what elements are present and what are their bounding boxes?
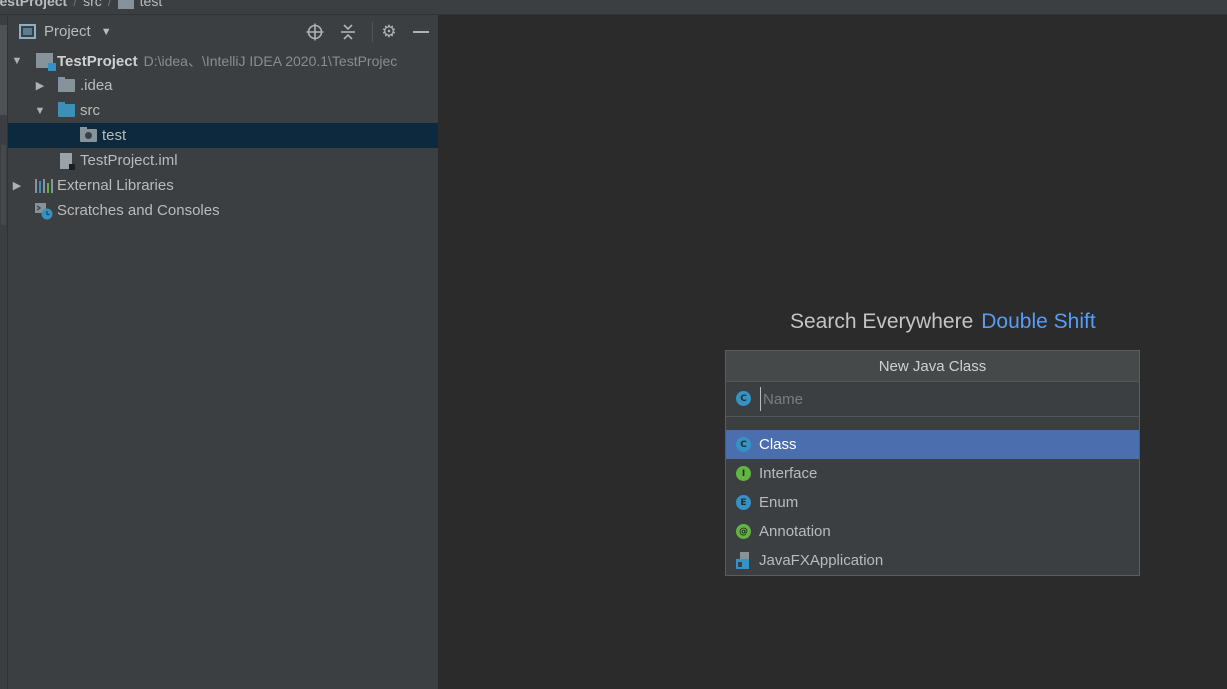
- tree-node-label: .idea: [80, 77, 113, 94]
- folder-icon: [58, 77, 75, 92]
- chevron-down-icon[interactable]: ▼: [101, 26, 112, 38]
- locate-icon[interactable]: [305, 22, 325, 42]
- new-java-class-popup: New Java Class C C Class I Interface E E…: [725, 350, 1140, 576]
- breadcrumb-project[interactable]: TestProject: [0, 0, 67, 9]
- collapse-all-icon[interactable]: [338, 22, 358, 42]
- structure-tool-tab[interactable]: [1, 145, 6, 225]
- tree-node-label: test: [102, 127, 127, 144]
- kind-interface[interactable]: I Interface: [726, 459, 1139, 488]
- expanded-arrow-icon[interactable]: ▼: [34, 105, 46, 117]
- scratches-icon: [35, 202, 53, 220]
- tree-node-scratches[interactable]: Scratches and Consoles: [8, 198, 438, 223]
- tree-node-label: Scratches and Consoles: [57, 202, 220, 219]
- project-tool-tab[interactable]: [0, 25, 7, 115]
- popup-spacer: [726, 417, 1139, 430]
- tree-node-iml[interactable]: TestProject.iml: [8, 148, 438, 173]
- folder-icon: [117, 0, 134, 9]
- class-kind-list: C Class I Interface E Enum @ Annotation …: [726, 430, 1139, 575]
- module-file-icon: [60, 152, 75, 170]
- breadcrumb-separator: /: [73, 0, 78, 9]
- navigation-bar: TestProject / src / test: [0, 0, 1227, 15]
- kind-label: Enum: [759, 494, 799, 511]
- gear-icon[interactable]: ⚙: [379, 22, 399, 42]
- left-tool-strip: [0, 15, 8, 689]
- empty-editor-hint: Search Everywhere Double Shift: [790, 310, 1096, 334]
- kind-label: JavaFXApplication: [759, 552, 884, 569]
- tree-node-test[interactable]: test: [8, 123, 438, 148]
- project-name: TestProject: [57, 52, 138, 70]
- class-name-input[interactable]: [760, 387, 1130, 411]
- collapsed-arrow-icon[interactable]: ▶: [11, 179, 23, 192]
- name-input-row: C: [726, 382, 1139, 417]
- project-panel-header: Project ▼ ⚙: [8, 15, 438, 48]
- project-view-icon: [19, 24, 36, 39]
- tree-node-label: TestProject.iml: [80, 152, 178, 169]
- source-folder-icon: [58, 102, 75, 117]
- kind-javafx-application[interactable]: JavaFXApplication: [726, 546, 1139, 575]
- project-panel: Project ▼ ⚙ ▼ TestProject D:\idea、\Intell…: [8, 15, 439, 689]
- javafx-icon: [736, 552, 753, 569]
- kind-enum[interactable]: E Enum: [726, 488, 1139, 517]
- interface-icon: I: [736, 466, 751, 481]
- kind-label: Annotation: [759, 523, 831, 540]
- minimize-icon[interactable]: [411, 22, 431, 42]
- project-tree: ▼ TestProject D:\idea、\IntelliJ IDEA 2020…: [8, 48, 438, 223]
- tree-node-src[interactable]: ▼ src: [8, 98, 438, 123]
- collapsed-arrow-icon[interactable]: ▶: [34, 79, 46, 92]
- tree-node-label: External Libraries: [57, 177, 174, 194]
- kind-label: Interface: [759, 465, 818, 482]
- breadcrumb-src[interactable]: src: [83, 0, 102, 9]
- breadcrumb-separator: /: [107, 0, 112, 9]
- annotation-icon: @: [736, 524, 751, 539]
- hint-label: Search Everywhere: [790, 310, 974, 333]
- class-icon: C: [736, 391, 751, 406]
- project-view-selector[interactable]: Project: [44, 23, 91, 40]
- package-icon: [80, 127, 97, 142]
- hint-shortcut: Double Shift: [981, 310, 1096, 333]
- tree-node-label: src: [80, 102, 100, 119]
- kind-annotation[interactable]: @ Annotation: [726, 517, 1139, 546]
- tree-node-idea[interactable]: ▶ .idea: [8, 73, 438, 98]
- tree-node-external-libraries[interactable]: ▶ External Libraries: [8, 173, 438, 198]
- popup-title: New Java Class: [726, 351, 1139, 382]
- class-icon: C: [736, 437, 751, 452]
- library-icon: [35, 178, 53, 193]
- kind-class[interactable]: C Class: [726, 430, 1139, 459]
- breadcrumb-test[interactable]: test: [140, 0, 163, 9]
- project-path: D:\idea、\IntelliJ IDEA 2020.1\TestProjec: [143, 52, 398, 69]
- expanded-arrow-icon[interactable]: ▼: [11, 55, 23, 67]
- header-divider: [372, 22, 373, 42]
- tree-node-testproject[interactable]: ▼ TestProject D:\idea、\IntelliJ IDEA 2020…: [8, 48, 438, 73]
- kind-label: Class: [759, 436, 797, 453]
- enum-icon: E: [736, 495, 751, 510]
- project-module-icon: [36, 53, 56, 71]
